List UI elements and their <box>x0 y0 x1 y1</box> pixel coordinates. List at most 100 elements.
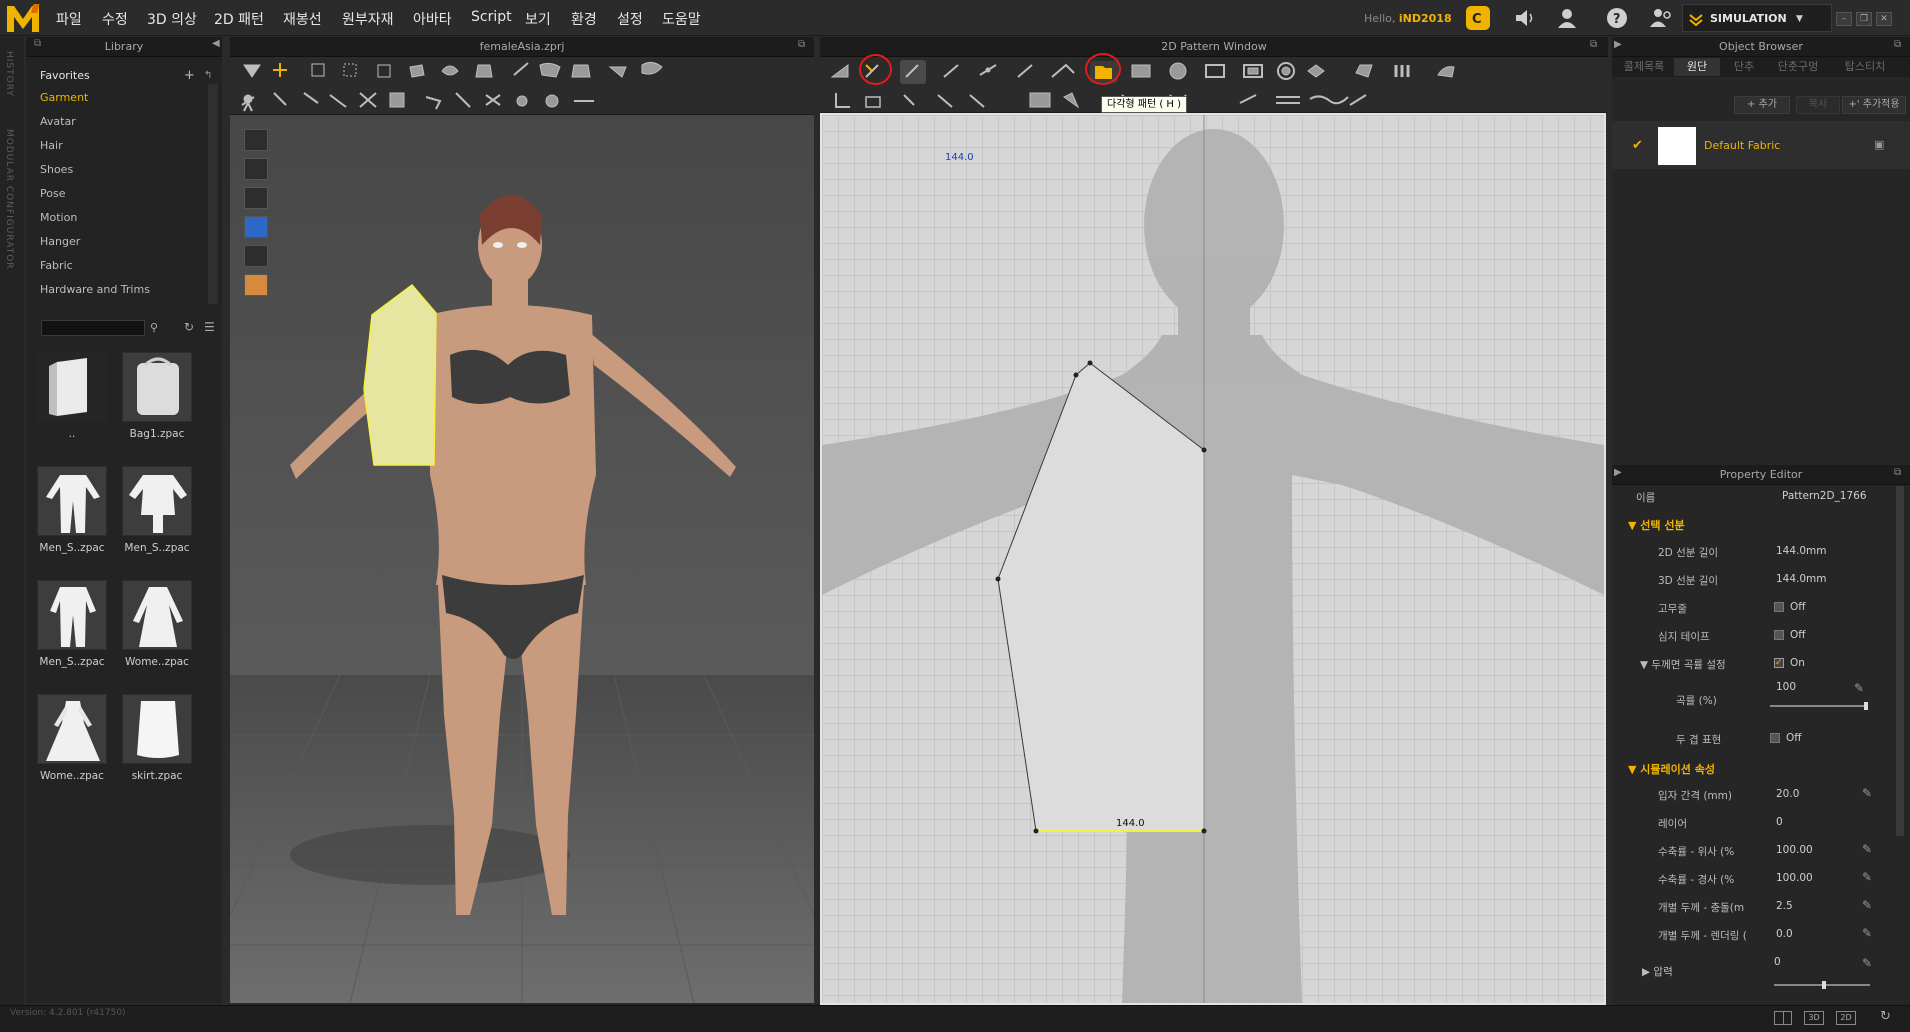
close-button[interactable]: ✕ <box>1876 12 1892 26</box>
tape-checkbox[interactable] <box>1774 630 1784 640</box>
avatar-settings-icon[interactable] <box>1648 6 1672 30</box>
file-thumb-parent[interactable] <box>37 352 107 422</box>
double-layer-checkbox[interactable] <box>1770 733 1780 743</box>
add-apply-button[interactable]: +' 추가적용 <box>1842 96 1906 114</box>
pressure-slider[interactable] <box>1774 981 1870 989</box>
collapse-left-icon[interactable]: ◀ <box>212 38 220 49</box>
menu-environment[interactable]: 환경 <box>571 9 597 29</box>
property-value[interactable]: 20.0 <box>1776 788 1799 800</box>
show-avatar-icon[interactable] <box>244 187 268 209</box>
help-icon[interactable]: ? <box>1605 6 1629 30</box>
menu-edit[interactable]: 수정 <box>102 9 128 29</box>
library-category-hardware[interactable]: Hardware and Trims <box>40 283 150 296</box>
edit-icon[interactable]: ✎ <box>1862 926 1876 940</box>
popout-icon[interactable]: ⧉ <box>798 39 805 50</box>
show-grid-icon[interactable] <box>244 245 268 267</box>
library-category-favorites[interactable]: Favorites <box>40 69 90 82</box>
file-thumb-women-2[interactable] <box>37 694 107 764</box>
edit-icon[interactable]: ✎ <box>1854 681 1868 695</box>
show-garment-icon[interactable] <box>244 129 268 151</box>
speaker-icon[interactable] <box>1512 6 1536 30</box>
file-thumb-men-suit-1[interactable] <box>37 466 107 536</box>
edit-icon[interactable]: ✎ <box>1862 898 1876 912</box>
library-category-pose[interactable]: Pose <box>40 187 65 200</box>
back-icon[interactable]: ↰ <box>204 70 212 81</box>
menu-settings[interactable]: 설정 <box>617 9 643 29</box>
library-category-hair[interactable]: Hair <box>40 139 63 152</box>
popout-icon[interactable]: ⧉ <box>34 38 41 49</box>
show-fabric-icon[interactable] <box>244 216 268 238</box>
property-value[interactable]: 144.0mm <box>1776 573 1827 585</box>
add-button[interactable]: + 추가 <box>1734 96 1790 114</box>
tab-buttonhole[interactable]: 단춧구멍 <box>1768 58 1828 76</box>
menu-2d-pattern[interactable]: 2D 패턴 <box>214 9 264 29</box>
edit-icon[interactable]: ✎ <box>1862 786 1876 800</box>
layout-3d-icon[interactable]: 3D <box>1804 1011 1824 1025</box>
property-value[interactable]: 100.00 <box>1776 872 1813 884</box>
popout-icon[interactable]: ⧉ <box>1894 39 1901 50</box>
menu-file[interactable]: 파일 <box>56 9 82 29</box>
library-category-hanger[interactable]: Hanger <box>40 235 80 248</box>
library-category-avatar[interactable]: Avatar <box>40 115 76 128</box>
add-icon[interactable]: + <box>184 68 195 83</box>
chevron-down-icon[interactable]: ▼ <box>1796 14 1803 24</box>
menu-help[interactable]: 도움말 <box>662 9 701 29</box>
property-value[interactable]: 100 <box>1776 681 1796 693</box>
menu-3d-garment[interactable]: 3D 의상 <box>147 9 197 29</box>
library-search-input[interactable] <box>41 320 145 336</box>
property-value[interactable]: 2.5 <box>1776 900 1793 912</box>
section-selected-segment[interactable]: ▼ 선택 선분 <box>1628 517 1685 533</box>
tab-topstitch[interactable]: 탑스티치 <box>1830 58 1900 76</box>
file-thumb-skirt[interactable] <box>122 694 192 764</box>
scene-3d[interactable] <box>189 115 855 1004</box>
search-icon[interactable]: ⚲ <box>150 321 158 334</box>
library-scrollbar[interactable] <box>208 84 218 304</box>
minimize-button[interactable]: – <box>1836 12 1852 26</box>
tab-button[interactable]: 단추 <box>1722 58 1766 76</box>
menu-avatar[interactable]: 아바타 <box>413 9 452 29</box>
file-thumb-bag[interactable] <box>122 352 192 422</box>
list-view-icon[interactable]: ☰ <box>204 320 215 334</box>
popout-icon[interactable]: ⧉ <box>1590 39 1597 50</box>
file-thumb-men-suit-2[interactable] <box>122 466 192 536</box>
property-value[interactable]: 100.00 <box>1776 844 1813 856</box>
curvature-checkbox[interactable]: ✓ <box>1774 658 1784 668</box>
menu-materials[interactable]: 원부자재 <box>342 9 394 29</box>
library-category-shoes[interactable]: Shoes <box>40 163 73 176</box>
library-category-motion[interactable]: Motion <box>40 211 77 224</box>
tab-fabric[interactable]: 원단 <box>1674 58 1720 76</box>
modular-configurator-tab[interactable]: MODULAR CONFIGURATOR <box>4 129 14 270</box>
pattern-canvas[interactable] <box>820 113 1606 1005</box>
fabric-options-icon[interactable]: ▣ <box>1874 138 1884 151</box>
property-value[interactable]: Pattern2D_1766 <box>1782 490 1867 502</box>
slider-knob[interactable] <box>1864 702 1868 710</box>
edit-icon[interactable]: ✎ <box>1862 842 1876 856</box>
property-value[interactable]: 144.0mm <box>1776 545 1827 557</box>
property-value[interactable]: 0.0 <box>1776 928 1793 940</box>
file-thumb-women-1[interactable] <box>122 580 192 650</box>
refresh-icon[interactable]: ↻ <box>1880 1009 1891 1024</box>
library-category-garment[interactable]: Garment <box>40 91 88 104</box>
history-tab[interactable]: HISTORY <box>4 51 14 97</box>
user-icon[interactable] <box>1555 6 1579 30</box>
show-skin-icon[interactable] <box>244 274 268 296</box>
property-value[interactable]: 0 <box>1774 956 1781 968</box>
menu-script[interactable]: Script <box>471 9 512 25</box>
menu-sewing[interactable]: 재봉선 <box>283 9 322 29</box>
restore-button[interactable]: ❐ <box>1856 12 1872 26</box>
curvature-slider[interactable] <box>1770 702 1868 710</box>
elastic-checkbox[interactable] <box>1774 602 1784 612</box>
library-category-fabric[interactable]: Fabric <box>40 259 73 272</box>
file-thumb-men-suit-3[interactable] <box>37 580 107 650</box>
menu-view[interactable]: 보기 <box>525 9 551 29</box>
section-simulation[interactable]: ▼ 시뮬레이션 속성 <box>1628 761 1715 777</box>
edit-icon[interactable]: ✎ <box>1862 956 1876 970</box>
collapse-right-icon[interactable]: ▶ <box>1614 39 1622 50</box>
show-garment-solid-icon[interactable] <box>244 158 268 180</box>
collapse-right-icon[interactable]: ▶ <box>1614 467 1622 478</box>
cloud-icon[interactable]: C <box>1466 6 1490 30</box>
copy-button[interactable]: 복사 <box>1796 96 1840 114</box>
slider-knob[interactable] <box>1822 981 1826 989</box>
edit-icon[interactable]: ✎ <box>1862 870 1876 884</box>
property-value[interactable]: 0 <box>1776 816 1783 828</box>
